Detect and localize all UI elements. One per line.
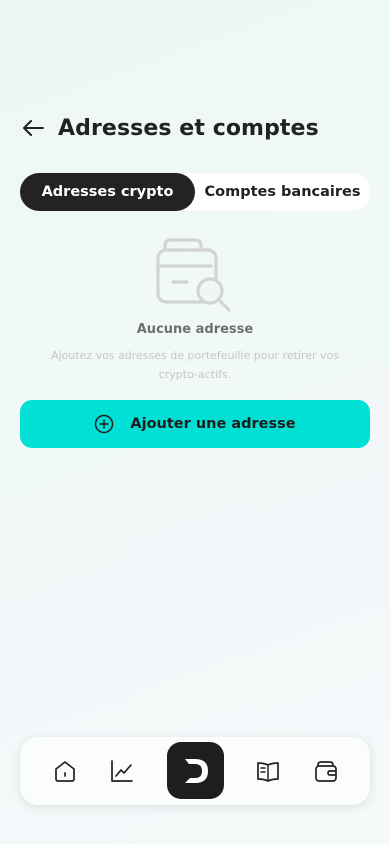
tab-bank-accounts[interactable]: Comptes bancaires bbox=[195, 173, 370, 211]
add-address-button[interactable]: Ajouter une adresse bbox=[20, 400, 370, 448]
nav-wallet[interactable] bbox=[312, 757, 340, 785]
wallet-search-icon bbox=[156, 238, 231, 312]
screen: Adresses et comptes Adresses crypto Comp… bbox=[0, 0, 390, 844]
empty-state-title: Aucune adresse bbox=[136, 322, 254, 337]
bottom-nav bbox=[20, 737, 370, 805]
logo-d-icon bbox=[184, 758, 208, 783]
nav-book[interactable] bbox=[254, 757, 282, 785]
tab-crypto-addresses[interactable]: Adresses crypto bbox=[20, 173, 195, 211]
nav-home-logo[interactable] bbox=[167, 742, 224, 799]
nav-home[interactable] bbox=[51, 757, 79, 785]
book-icon bbox=[257, 762, 279, 782]
tab-bar: Adresses crypto Comptes bancaires bbox=[20, 173, 370, 211]
chart-icon bbox=[111, 760, 133, 782]
empty-state-description: Ajoutez vos adresses de portefeuille pou… bbox=[50, 349, 340, 381]
header: Adresses et comptes bbox=[20, 110, 370, 146]
add-address-label: Ajouter une adresse bbox=[130, 416, 296, 432]
page-title: Adresses et comptes bbox=[58, 115, 319, 141]
nav-chart[interactable] bbox=[108, 757, 136, 785]
plus-circle-icon bbox=[94, 414, 114, 434]
back-button[interactable] bbox=[20, 115, 46, 141]
arrow-left-icon bbox=[23, 120, 44, 136]
home-icon bbox=[55, 761, 75, 782]
wallet-icon bbox=[315, 761, 337, 782]
